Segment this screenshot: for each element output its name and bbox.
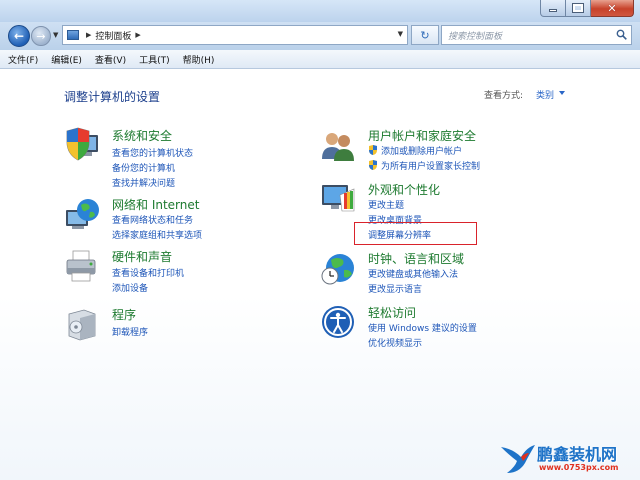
menu-help[interactable]: 帮助(H) bbox=[183, 53, 215, 66]
minimize-icon bbox=[549, 9, 557, 12]
view-by-dropdown[interactable]: 类别 bbox=[536, 88, 554, 101]
uac-shield-icon bbox=[369, 160, 377, 170]
programs-box-icon[interactable] bbox=[64, 306, 100, 342]
link-troubleshoot[interactable]: 查找并解决问题 bbox=[112, 176, 175, 189]
menu-tools[interactable]: 工具(T) bbox=[139, 53, 170, 66]
link-view-network-status[interactable]: 查看网络状态和任务 bbox=[112, 213, 193, 226]
refresh-icon: ↻ bbox=[420, 28, 430, 42]
link-change-theme[interactable]: 更改主题 bbox=[368, 198, 404, 211]
search-placeholder: 搜索控制面板 bbox=[448, 31, 503, 42]
category-title-clock-language[interactable]: 时钟、语言和区域 bbox=[368, 250, 464, 267]
menu-bar: 文件(F) 编辑(E) 查看(V) 工具(T) 帮助(H) bbox=[0, 50, 640, 69]
category-title-appearance[interactable]: 外观和个性化 bbox=[368, 181, 440, 198]
view-by-label: 查看方式: bbox=[484, 91, 524, 101]
link-change-display-language[interactable]: 更改显示语言 bbox=[368, 282, 422, 295]
shield-computer-icon[interactable] bbox=[64, 127, 100, 163]
highlight-box bbox=[354, 222, 477, 245]
maximize-button[interactable] bbox=[566, 0, 591, 17]
control-panel-content: 调整计算机的设置 查看方式: 类别 系统和安全 查看您的计算机状态 备份您的计算… bbox=[0, 69, 640, 480]
eagle-logo-icon bbox=[501, 445, 535, 473]
breadcrumb-separator-icon[interactable]: ▶ bbox=[86, 31, 91, 39]
address-bar[interactable]: ▶ 控制面板 ▶ ▼ bbox=[62, 25, 408, 45]
title-bar: ✕ bbox=[0, 0, 640, 22]
address-history-chevron-icon[interactable]: ▼ bbox=[398, 30, 403, 38]
link-devices-printers[interactable]: 查看设备和打印机 bbox=[112, 266, 184, 279]
breadcrumb-control-panel[interactable]: 控制面板 bbox=[95, 29, 131, 42]
ease-of-access-icon[interactable] bbox=[320, 304, 356, 340]
watermark-brand: 鹏鑫装机网 bbox=[537, 445, 618, 464]
page-title: 调整计算机的设置 bbox=[64, 90, 161, 104]
close-button[interactable]: ✕ bbox=[591, 0, 634, 17]
navigation-bar: ← → ▼ ▶ 控制面板 ▶ ▼ ↻ 搜索控制面板 bbox=[0, 22, 640, 50]
search-input[interactable]: 搜索控制面板 bbox=[441, 25, 632, 45]
chevron-down-icon[interactable] bbox=[559, 91, 565, 95]
clock-globe-icon[interactable] bbox=[320, 250, 356, 286]
category-title-user-accounts[interactable]: 用户帐户和家庭安全 bbox=[368, 127, 476, 144]
forward-button[interactable]: → bbox=[31, 26, 51, 46]
link-change-keyboard[interactable]: 更改键盘或其他输入法 bbox=[368, 267, 458, 280]
minimize-button[interactable] bbox=[540, 0, 566, 17]
search-icon[interactable] bbox=[616, 29, 627, 40]
link-homegroup-sharing[interactable]: 选择家庭组和共享选项 bbox=[112, 228, 202, 241]
breadcrumb-separator-icon[interactable]: ▶ bbox=[135, 31, 140, 39]
link-windows-recommended-settings[interactable]: 使用 Windows 建议的设置 bbox=[368, 321, 477, 334]
recent-pages-dropdown[interactable]: ▼ bbox=[53, 31, 58, 39]
link-uninstall-program[interactable]: 卸载程序 bbox=[112, 325, 148, 338]
maximize-icon bbox=[572, 3, 584, 13]
watermark-url: www.0753px.com bbox=[539, 463, 619, 472]
link-add-device[interactable]: 添加设备 bbox=[112, 281, 148, 294]
close-icon: ✕ bbox=[607, 1, 617, 15]
back-button[interactable]: ← bbox=[8, 25, 30, 47]
category-title-network-internet[interactable]: 网络和 Internet bbox=[112, 196, 199, 213]
category-title-system-security[interactable]: 系统和安全 bbox=[112, 127, 172, 144]
menu-file[interactable]: 文件(F) bbox=[8, 53, 38, 66]
category-title-ease-of-access[interactable]: 轻松访问 bbox=[368, 304, 416, 321]
link-parental-controls[interactable]: 为所有用户设置家长控制 bbox=[381, 159, 480, 172]
printer-icon[interactable] bbox=[64, 248, 100, 284]
menu-view[interactable]: 查看(V) bbox=[95, 53, 126, 66]
uac-shield-icon bbox=[369, 145, 377, 155]
category-title-programs[interactable]: 程序 bbox=[112, 306, 136, 323]
link-view-computer-status[interactable]: 查看您的计算机状态 bbox=[112, 146, 193, 159]
link-backup-computer[interactable]: 备份您的计算机 bbox=[112, 161, 175, 174]
watermark: 鹏鑫装机网 www.0753px.com bbox=[497, 437, 637, 479]
monitor-palette-icon[interactable] bbox=[320, 181, 356, 217]
category-title-hardware-sound[interactable]: 硬件和声音 bbox=[112, 248, 172, 265]
link-add-remove-accounts[interactable]: 添加或删除用户帐户 bbox=[381, 144, 462, 157]
globe-network-icon[interactable] bbox=[64, 196, 100, 232]
refresh-button[interactable]: ↻ bbox=[411, 25, 439, 45]
control-panel-icon bbox=[67, 30, 79, 40]
menu-edit[interactable]: 编辑(E) bbox=[51, 53, 82, 66]
users-icon[interactable] bbox=[320, 127, 356, 163]
window-controls: ✕ bbox=[540, 0, 634, 17]
back-arrow-icon: ← bbox=[13, 29, 25, 43]
forward-arrow-icon: → bbox=[36, 29, 46, 43]
link-optimize-visual-display[interactable]: 优化视频显示 bbox=[368, 336, 422, 349]
